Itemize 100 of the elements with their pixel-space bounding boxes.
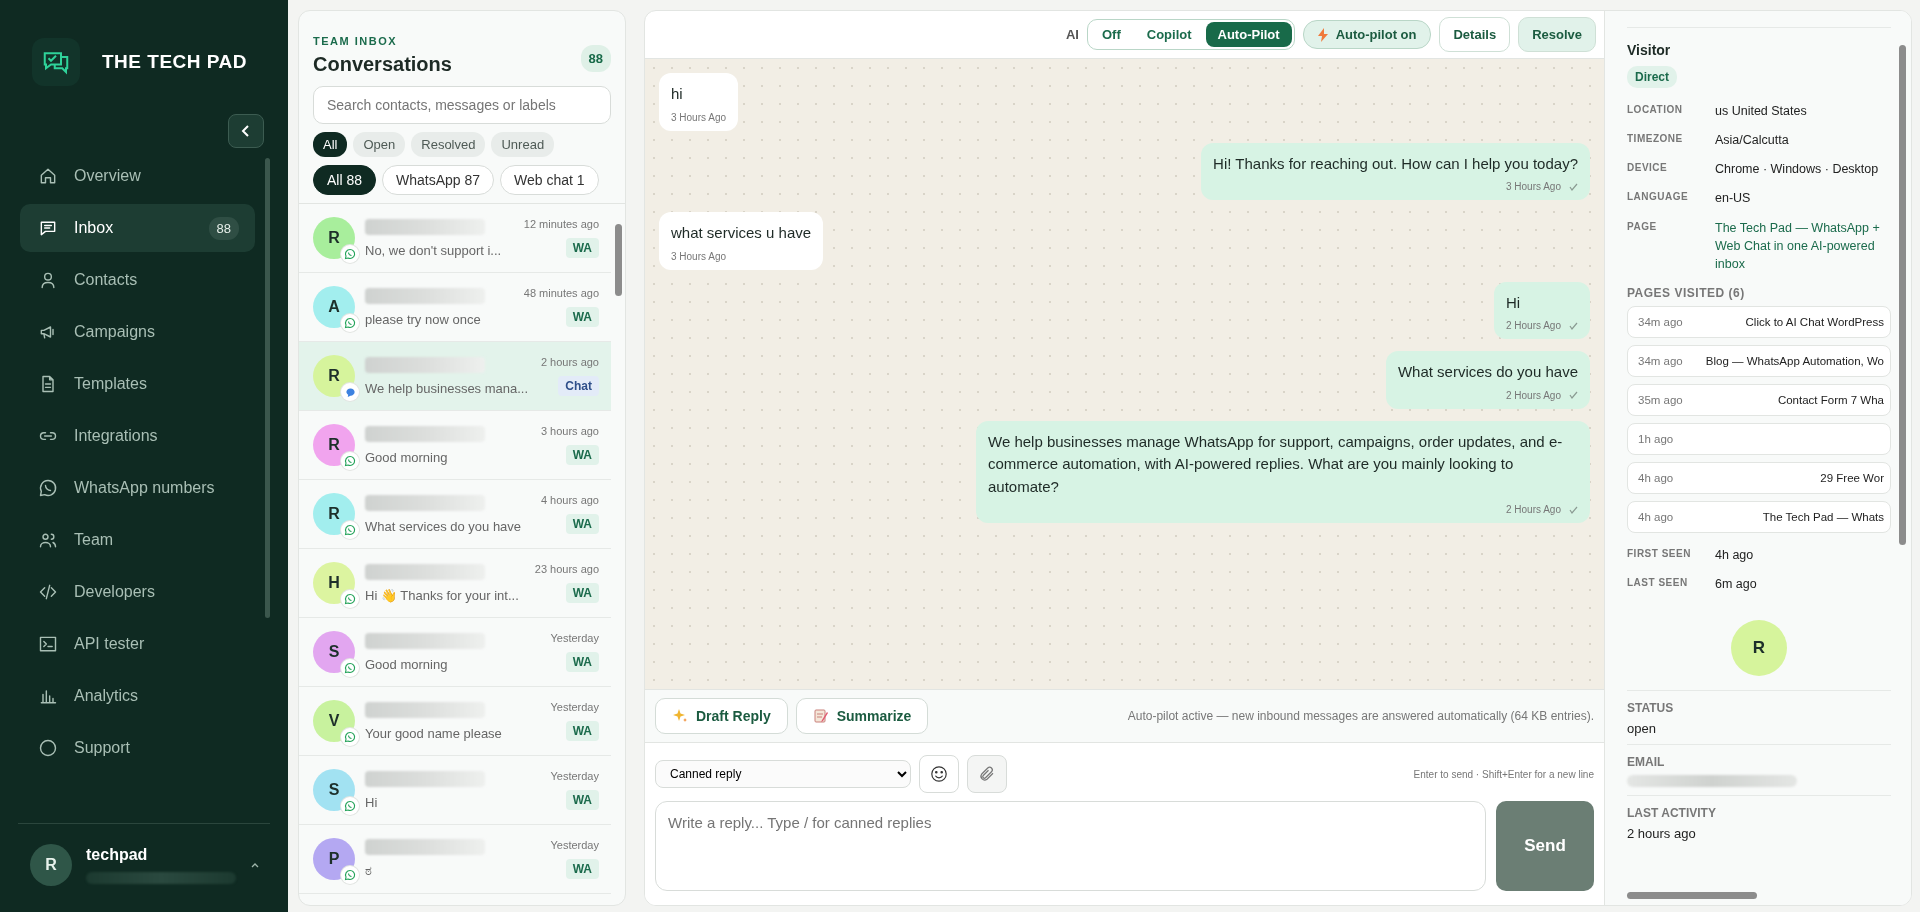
panel-title: Conversations (313, 53, 452, 76)
nav-item[interactable]: API tester (20, 620, 255, 668)
message-time: 3 Hours Ago (671, 250, 727, 262)
collapse-sidebar-button[interactable] (228, 114, 264, 148)
visit-time: 34m ago (1638, 354, 1683, 367)
scrollbar[interactable] (265, 158, 270, 618)
channel-tag: WA (565, 307, 599, 327)
terminal-icon (38, 634, 58, 654)
nav-item[interactable]: WhatsApp numbers (20, 464, 255, 512)
autopilot-note: Auto-pilot active — new inbound messages are answered automatically (64 KB entries). (1127, 709, 1594, 723)
nav-item[interactable]: Contacts (20, 256, 255, 304)
field-value: Asia/Calcutta (1715, 132, 1789, 150)
page-title: Click to AI Chat WordPress (1745, 315, 1884, 328)
field-label: LAST SEEN (1627, 576, 1689, 590)
visit-time: 1h ago (1638, 432, 1674, 445)
message-time: 2 Hours Ago (1505, 504, 1561, 515)
summarize-button[interactable]: Summarize (795, 698, 929, 734)
nav-item[interactable]: Support (20, 724, 255, 772)
field-value: en-US (1715, 190, 1751, 208)
caret-icon[interactable] (250, 861, 260, 869)
contact-avatar: R (313, 217, 355, 259)
field-label: STATUS (1627, 701, 1675, 716)
details-button[interactable]: Details (1439, 17, 1511, 52)
contact-avatar: S (313, 631, 355, 673)
conversation-row[interactable]: R We help businesses mana... 2 hours ago Chat (299, 342, 611, 411)
reply-field[interactable]: Write a reply... Type / for canned replies (655, 801, 1486, 891)
user-avatar: R (30, 844, 72, 886)
channel-filter-chip[interactable]: Web chat 1 (500, 165, 599, 195)
message-time: 2 Hours Ago (1505, 389, 1561, 401)
page-link[interactable]: The Tech Pad — WhatsApp + Web Chat in one AI-powered inbox (1715, 218, 1891, 273)
draft-reply-button[interactable]: Draft Reply (655, 698, 788, 734)
nav-item[interactable]: Integrations (20, 412, 255, 460)
message-preview: Your good name please (365, 725, 503, 741)
message-time: 3 Hours Ago (1505, 181, 1561, 192)
message-preview: Hi (365, 794, 379, 810)
field-label: EMAIL (1627, 755, 1666, 770)
message-time: 2 Hours Ago (1505, 320, 1561, 331)
conversation-row[interactable]: H Hi 👋 Thanks for your int... 23 hours ago WA (299, 549, 611, 618)
contact-avatar: S (313, 769, 355, 811)
emoji-button[interactable] (919, 755, 959, 793)
keyboard-hint: Enter to send · Shift+Enter for a new line (1413, 768, 1594, 780)
timestamp: 12 minutes ago (523, 218, 599, 230)
chevron-left-icon (241, 125, 251, 137)
conversation-row[interactable]: V Your good name please Yesterday WA (299, 687, 611, 756)
contact-avatar: A (313, 286, 355, 328)
whatsapp-icon (341, 659, 359, 677)
nav-item[interactable]: Inbox 88 (20, 204, 255, 252)
status-filter-chip[interactable]: Resolved (411, 132, 486, 157)
chat-bubble-icon (341, 383, 359, 401)
nav-item[interactable]: Analytics (20, 672, 255, 720)
status-filter-chip[interactable]: All (313, 132, 348, 157)
nav-item[interactable]: Developers (20, 568, 255, 616)
send-button[interactable]: Send (1496, 801, 1594, 891)
code-icon (38, 582, 58, 602)
channel-filter-chip[interactable]: WhatsApp 87 (382, 165, 495, 195)
canned-reply-select[interactable]: Canned reply (655, 760, 911, 788)
resolve-button[interactable]: Resolve (1518, 17, 1596, 52)
channel-tag: WA (565, 514, 599, 534)
people-icon (38, 530, 58, 550)
ai-mode-option[interactable]: Copilot (1134, 22, 1204, 47)
message-preview: No, we don't support i... (365, 242, 503, 258)
status-filter-chip[interactable]: Unread (491, 132, 555, 157)
home-icon (38, 166, 58, 186)
nav-item[interactable]: Overview (20, 152, 255, 200)
field-value: 4h ago (1715, 546, 1754, 564)
conversation-row[interactable]: S Good morning Yesterday WA (299, 618, 611, 687)
whatsapp-icon (341, 797, 359, 815)
contact-avatar: P (313, 838, 355, 880)
channel-tag: WA (565, 721, 599, 741)
conversation-row[interactable]: A please try now once 48 minutes ago WA (299, 273, 611, 342)
channel-tag: WA (565, 445, 599, 465)
attach-button[interactable] (967, 755, 1007, 793)
message-text: Hi! Thanks for reaching out. How can I help you today? (1213, 153, 1578, 174)
conversation-row[interactable]: R What services do you have 4 hours ago WA (299, 480, 611, 549)
whatsapp-icon (341, 452, 359, 470)
field-value: Chrome · Windows · Desktop (1715, 161, 1879, 179)
chat-bubbles-logo-icon (32, 38, 80, 86)
conversation-row[interactable]: P ಠ Yesterday WA (299, 825, 611, 894)
conversation-row[interactable]: R Good morning 3 hours ago WA (299, 411, 611, 480)
section-eyebrow: TEAM INBOX (313, 35, 399, 47)
timestamp: 3 hours ago (540, 425, 599, 437)
field-label: TIMEZONE (1627, 132, 1684, 147)
ai-mode-option[interactable]: Off (1090, 22, 1133, 47)
page-title: Contact Form 7 Wha (1777, 393, 1884, 406)
nav-item[interactable]: Team (20, 516, 255, 564)
nav-item[interactable]: Campaigns (20, 308, 255, 356)
nav-item[interactable]: Templates (20, 360, 255, 408)
whatsapp-icon (341, 590, 359, 608)
ai-mode-option[interactable]: Auto-Pilot (1205, 22, 1292, 47)
conversation-row[interactable]: R No, we don't support i... 12 minutes ago WA (299, 204, 611, 273)
search-field[interactable]: Search contacts, messages or labels (313, 86, 611, 124)
whatsapp-icon (341, 866, 359, 884)
checkmark-icon (1569, 321, 1578, 330)
status-filter-chip[interactable]: Open (353, 132, 406, 157)
field-label: DEVICE (1627, 161, 1669, 176)
timestamp: 23 hours ago (534, 563, 599, 575)
status-value: open (1627, 721, 1657, 737)
section-title: Visitor (1627, 42, 1672, 58)
conversation-row[interactable]: S Hi Yesterday WA (299, 756, 611, 825)
channel-filter-chip[interactable]: All 88 (313, 165, 377, 195)
